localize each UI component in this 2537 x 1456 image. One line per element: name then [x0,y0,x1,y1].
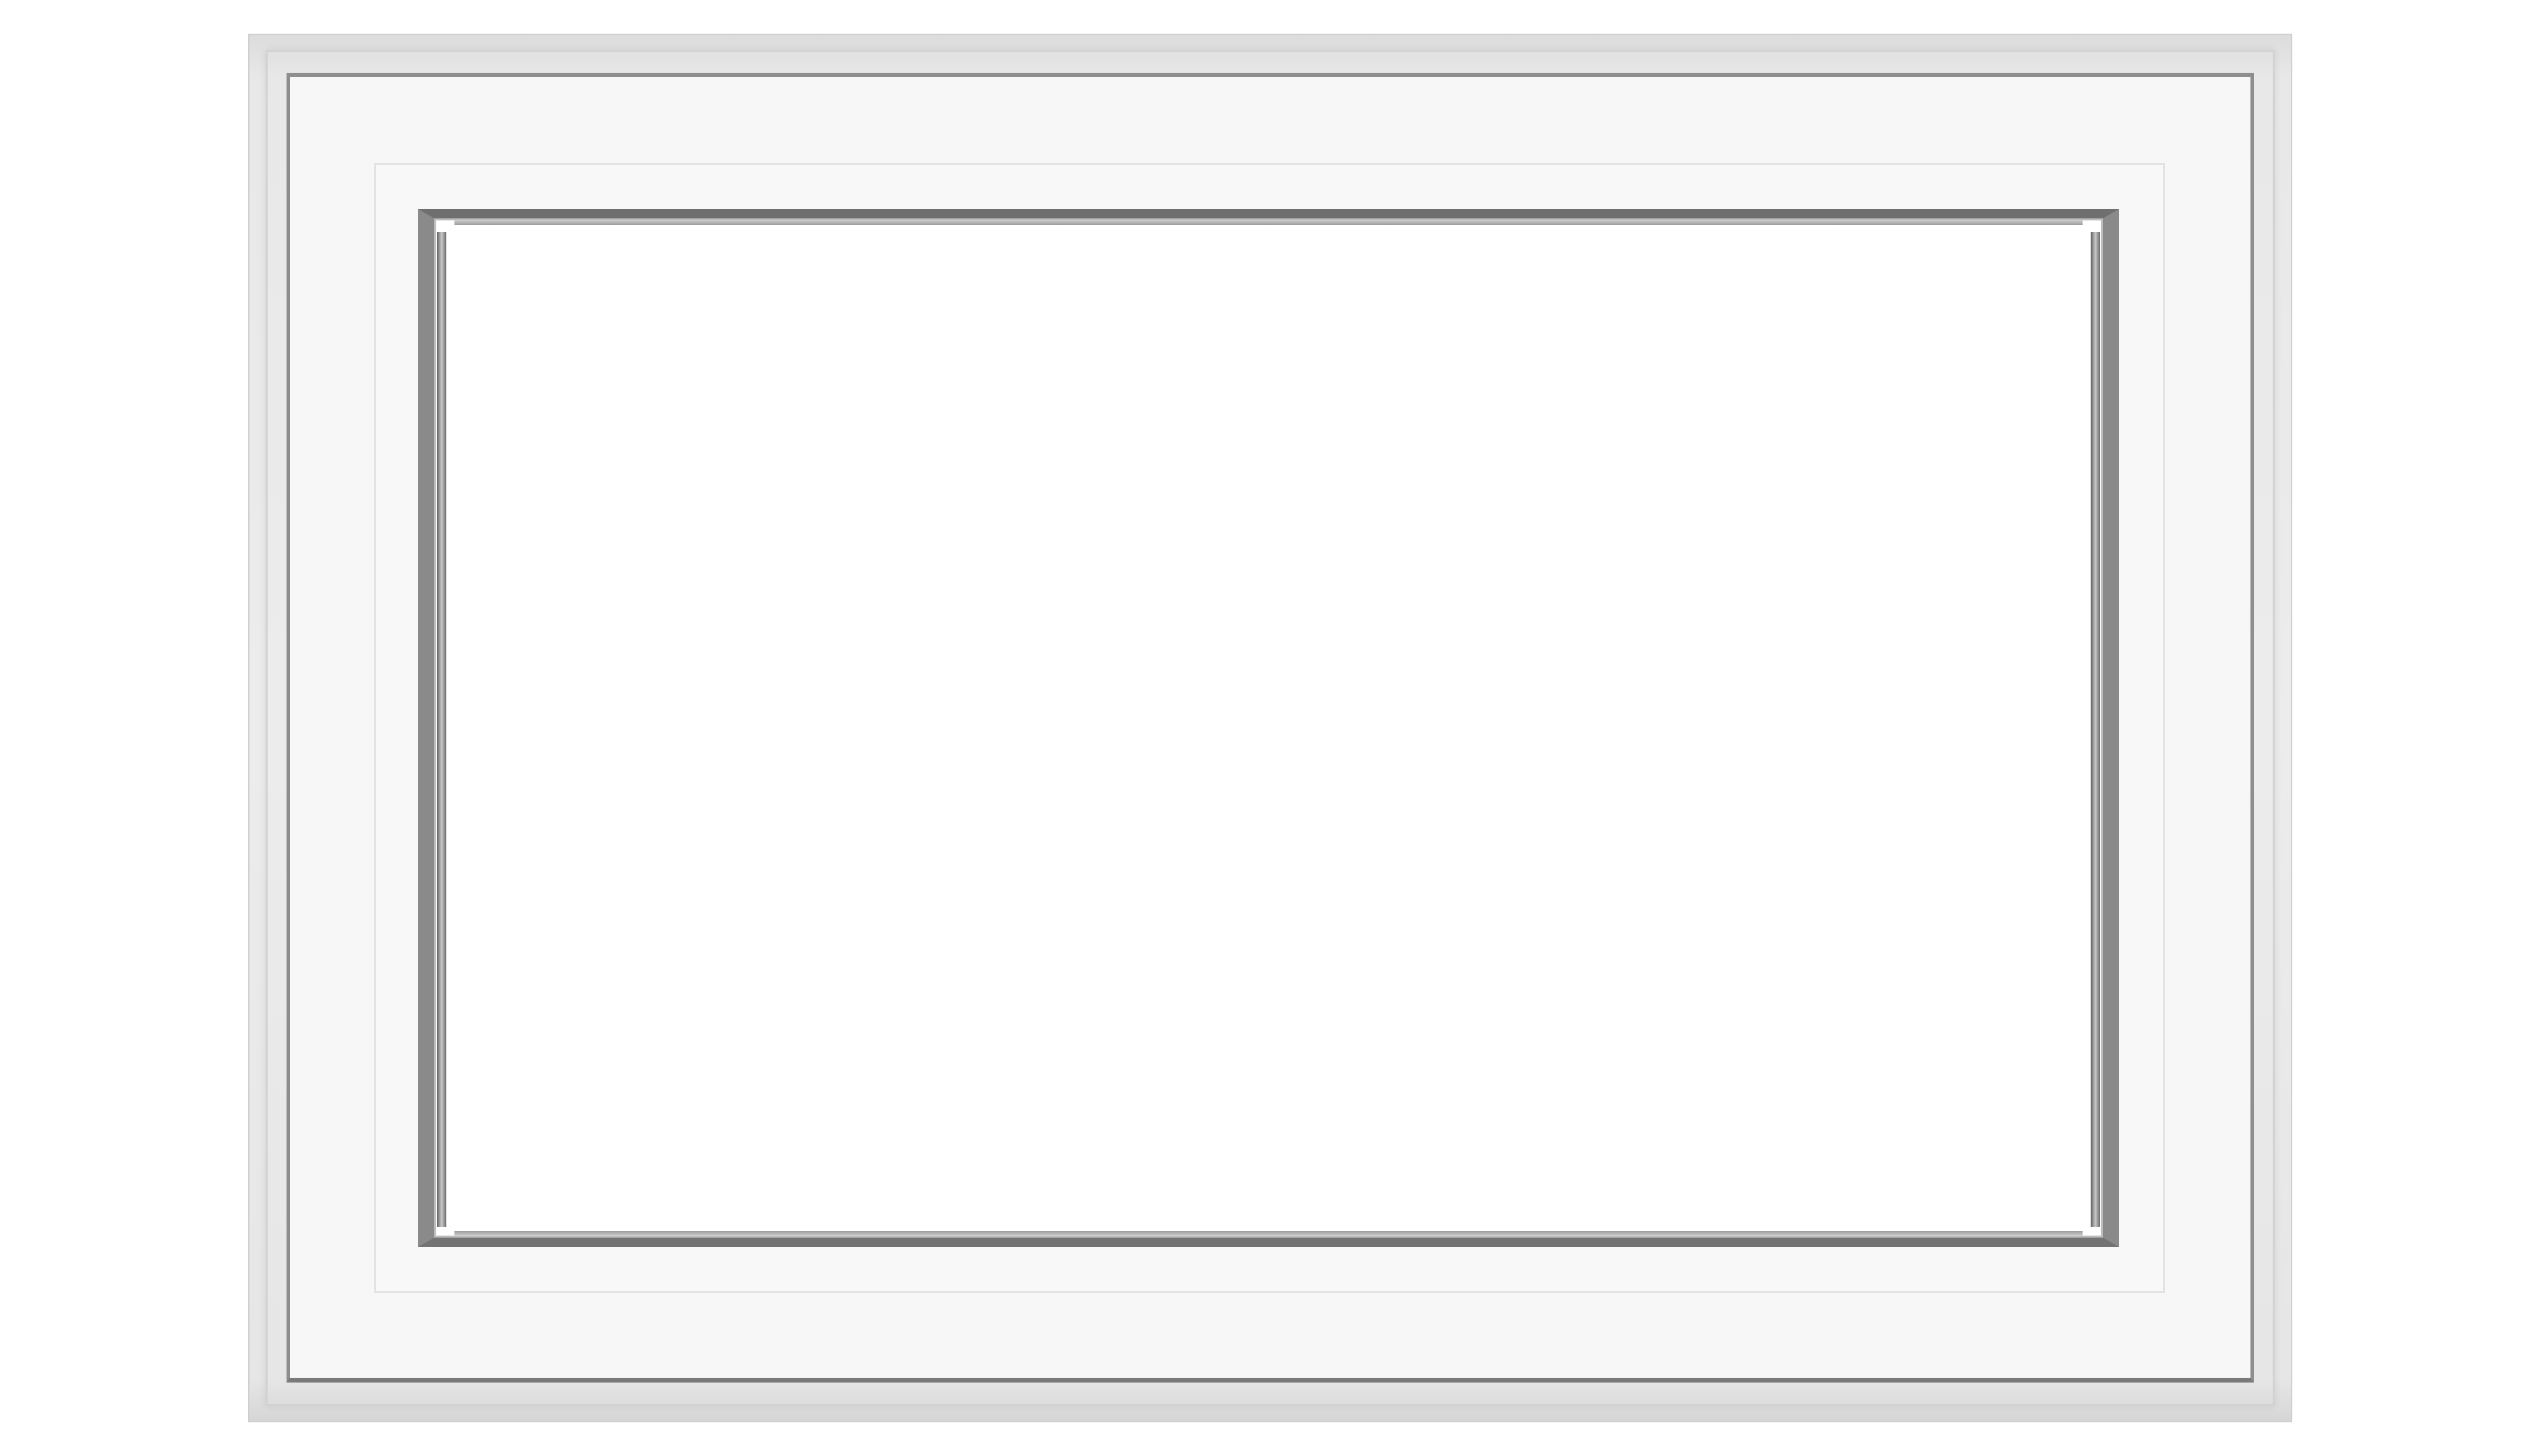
glazing-bead-top [454,220,2083,225]
glazing-bead-right [2091,232,2100,1227]
glazing-bead-bottom [454,1231,2083,1236]
window-glass-pane [452,229,2087,1225]
glazing-bead-left [437,232,446,1227]
window-image [0,0,2537,1456]
